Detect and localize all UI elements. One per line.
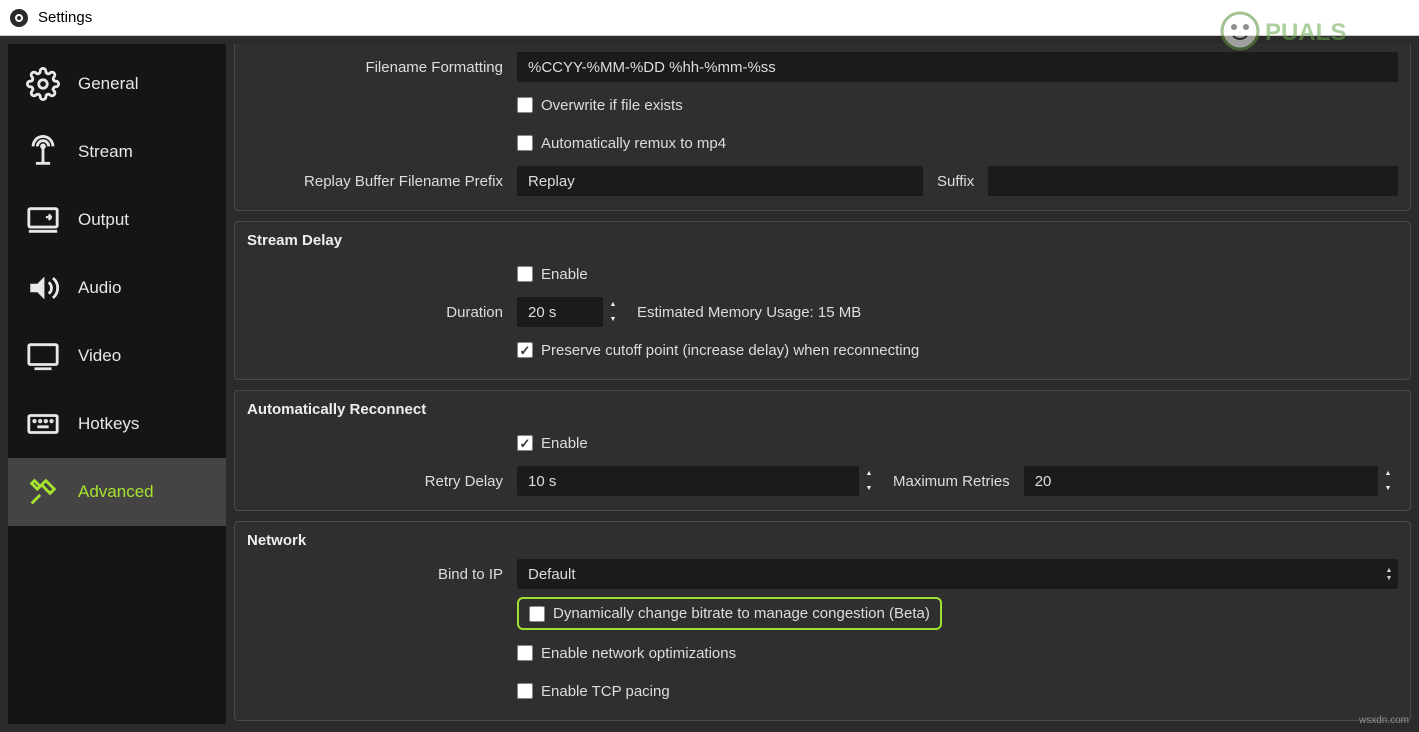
retry-delay-label: Retry Delay: [247, 473, 509, 490]
enable-label: Enable: [541, 266, 588, 283]
network-group: Network Bind to IP Default ▲▼: [234, 521, 1411, 721]
retry-delay-input[interactable]: [517, 466, 859, 496]
spin-down-icon[interactable]: ▼: [603, 312, 623, 327]
network-title: Network: [247, 532, 1398, 549]
checkbox-icon: [517, 683, 533, 699]
checkbox-icon: [517, 266, 533, 282]
sidebar-item-label: Advanced: [78, 482, 154, 502]
obs-icon: [10, 9, 28, 27]
enable-label: Enable: [541, 435, 588, 452]
sidebar-item-output[interactable]: Output: [8, 186, 226, 254]
stream-delay-title: Stream Delay: [247, 232, 1398, 249]
spin-down-icon[interactable]: ▼: [859, 481, 879, 496]
spin-down-icon[interactable]: ▼: [1378, 481, 1398, 496]
watermark-url: wsxdn.com: [1359, 715, 1409, 726]
sidebar-item-label: Video: [78, 346, 121, 366]
select-arrows-icon: ▲▼: [1380, 559, 1398, 589]
spinner-buttons[interactable]: ▲ ▼: [859, 466, 879, 496]
settings-sidebar: General Stream Output Audio Video: [8, 44, 226, 724]
recording-group: Filename Formatting Overwrite if file ex…: [234, 44, 1411, 211]
spin-up-icon[interactable]: ▲: [1378, 466, 1398, 481]
max-retries-label: Maximum Retries: [887, 473, 1016, 490]
spinner-buttons[interactable]: ▲ ▼: [603, 297, 623, 327]
app-body: General Stream Output Audio Video: [0, 36, 1419, 732]
sidebar-item-label: General: [78, 74, 138, 94]
output-icon: [22, 199, 64, 241]
retry-delay-spinner[interactable]: ▲ ▼: [517, 466, 879, 496]
sidebar-item-label: Stream: [78, 142, 133, 162]
video-icon: [22, 335, 64, 377]
filename-formatting-input[interactable]: [517, 52, 1398, 82]
overwrite-checkbox[interactable]: Overwrite if file exists: [517, 97, 683, 114]
bind-ip-value: Default: [517, 559, 1380, 589]
stream-delay-enable-checkbox[interactable]: Enable: [517, 266, 588, 283]
replay-prefix-label: Replay Buffer Filename Prefix: [247, 173, 509, 190]
sidebar-item-audio[interactable]: Audio: [8, 254, 226, 322]
suffix-label: Suffix: [931, 173, 980, 190]
checkbox-icon: [517, 135, 533, 151]
tools-icon: [22, 471, 64, 513]
window-titlebar: Settings: [0, 0, 1419, 36]
duration-spinner[interactable]: ▲ ▼: [517, 297, 623, 327]
sidebar-item-general[interactable]: General: [8, 50, 226, 118]
duration-input[interactable]: [517, 297, 603, 327]
broadcast-icon: [22, 131, 64, 173]
suffix-input[interactable]: [988, 166, 1398, 196]
keyboard-icon: [22, 403, 64, 445]
dynamic-bitrate-label: Dynamically change bitrate to manage con…: [553, 605, 930, 622]
settings-content: Filename Formatting Overwrite if file ex…: [234, 44, 1411, 724]
checkbox-icon: [517, 97, 533, 113]
auto-reconnect-title: Automatically Reconnect: [247, 401, 1398, 418]
spinner-buttons[interactable]: ▲ ▼: [1378, 466, 1398, 496]
dynamic-bitrate-checkbox[interactable]: Dynamically change bitrate to manage con…: [529, 605, 930, 622]
highlighted-option: Dynamically change bitrate to manage con…: [517, 597, 942, 630]
tcp-pacing-checkbox[interactable]: Enable TCP pacing: [517, 683, 670, 700]
duration-label: Duration: [247, 304, 509, 321]
sidebar-item-hotkeys[interactable]: Hotkeys: [8, 390, 226, 458]
max-retries-spinner[interactable]: ▲ ▼: [1024, 466, 1398, 496]
tcp-pacing-label: Enable TCP pacing: [541, 683, 670, 700]
spin-up-icon[interactable]: ▲: [859, 466, 879, 481]
sidebar-item-video[interactable]: Video: [8, 322, 226, 390]
bind-ip-select[interactable]: Default ▲▼: [517, 559, 1398, 589]
audio-icon: [22, 267, 64, 309]
filename-formatting-label: Filename Formatting: [247, 59, 509, 76]
checkbox-icon: [529, 606, 545, 622]
checkbox-checked-icon: [517, 435, 533, 451]
memory-usage-label: Estimated Memory Usage: 15 MB: [631, 304, 867, 321]
preserve-cutoff-label: Preserve cutoff point (increase delay) w…: [541, 342, 919, 359]
checkbox-checked-icon: [517, 342, 533, 358]
window-title: Settings: [38, 9, 92, 26]
stream-delay-group: Stream Delay Enable Duration ▲: [234, 221, 1411, 380]
bind-ip-label: Bind to IP: [247, 566, 509, 583]
auto-remux-label: Automatically remux to mp4: [541, 135, 726, 152]
max-retries-input[interactable]: [1024, 466, 1378, 496]
auto-remux-checkbox[interactable]: Automatically remux to mp4: [517, 135, 726, 152]
sidebar-item-label: Audio: [78, 278, 121, 298]
reconnect-enable-checkbox[interactable]: Enable: [517, 435, 588, 452]
network-opt-label: Enable network optimizations: [541, 645, 736, 662]
checkbox-icon: [517, 645, 533, 661]
network-opt-checkbox[interactable]: Enable network optimizations: [517, 645, 736, 662]
overwrite-label: Overwrite if file exists: [541, 97, 683, 114]
gear-icon: [22, 63, 64, 105]
replay-prefix-input[interactable]: [517, 166, 923, 196]
preserve-cutoff-checkbox[interactable]: Preserve cutoff point (increase delay) w…: [517, 342, 919, 359]
sidebar-item-label: Hotkeys: [78, 414, 139, 434]
spin-up-icon[interactable]: ▲: [603, 297, 623, 312]
auto-reconnect-group: Automatically Reconnect Enable Retry Del…: [234, 390, 1411, 511]
sidebar-item-advanced[interactable]: Advanced: [8, 458, 226, 526]
sidebar-item-stream[interactable]: Stream: [8, 118, 226, 186]
sidebar-item-label: Output: [78, 210, 129, 230]
